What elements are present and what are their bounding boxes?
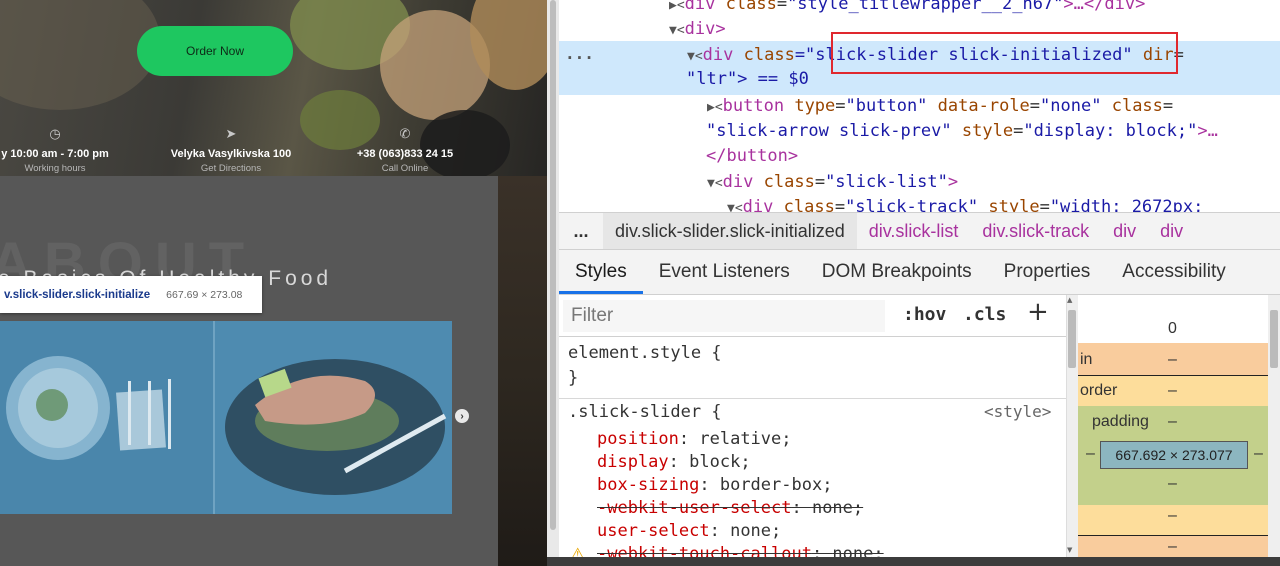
slider-next-arrow[interactable]: ›: [455, 409, 469, 423]
padding-right-value[interactable]: –: [1254, 445, 1263, 463]
tab-properties[interactable]: Properties: [988, 250, 1107, 294]
tab-event-listeners[interactable]: Event Listeners: [643, 250, 806, 294]
class-value-highlight-box: [831, 32, 1178, 74]
info-call[interactable]: ✆ +38 (063)833 24 15 Call Online: [344, 124, 466, 174]
class-toggle[interactable]: .cls: [963, 304, 1006, 325]
info-working-hours: ◷ y 10:00 am - 7:00 pm Working hours: [0, 124, 114, 174]
box-model-scrollbar-thumb[interactable]: [1270, 310, 1278, 368]
plate-cutlery-image: [6, 356, 171, 460]
phone-icon: ✆: [399, 126, 411, 141]
styles-toolbar: :hov .cls +: [559, 295, 1066, 337]
padding-left-value[interactable]: –: [1086, 445, 1095, 463]
border-top-value[interactable]: –: [1168, 382, 1177, 400]
padding-top-value[interactable]: –: [1168, 413, 1177, 431]
slide-image-plate: [0, 321, 213, 514]
dom-node-selected-cont[interactable]: "ltr"> == $0: [686, 67, 809, 91]
info-directions[interactable]: ➤ Velyka Vasylkivska 100 Get Directions: [162, 124, 300, 174]
breadcrumb-item[interactable]: div: [1101, 213, 1148, 249]
call-online-label: Call Online: [381, 163, 429, 174]
get-directions-label: Get Directions: [200, 163, 262, 174]
hero-section: Order Now ◷ y 10:00 am - 7:00 pm Working…: [0, 0, 547, 180]
order-now-button[interactable]: Order Now: [137, 26, 293, 76]
breadcrumb-item[interactable]: div.slick-slider.slick-initialized: [603, 213, 857, 249]
salmon-dish-image: [225, 359, 447, 495]
devtools-subtabs: Styles Event Listeners DOM Breakpoints P…: [559, 250, 1280, 295]
scroll-down-icon[interactable]: ▼: [1067, 546, 1072, 554]
element-style-close: }: [568, 368, 579, 388]
padding-bottom-value[interactable]: –: [1168, 475, 1177, 493]
navigation-arrow-icon: ➤: [225, 126, 237, 141]
new-style-rule-button[interactable]: +: [1027, 297, 1049, 327]
styles-scrollbar-thumb[interactable]: [1068, 310, 1076, 368]
margin-bottom-value[interactable]: –: [1168, 538, 1177, 556]
tab-dom-breakpoints[interactable]: DOM Breakpoints: [806, 250, 988, 294]
slick-slider-highlight[interactable]: [0, 321, 452, 514]
os-taskbar-edge: [547, 557, 1280, 566]
box-model-content-size[interactable]: 667.692 × 273.077: [1100, 441, 1248, 469]
address-value: Velyka Vasylkivska 100: [170, 148, 292, 160]
hover-state-toggle[interactable]: :hov: [903, 304, 946, 325]
css-declaration[interactable]: display: block;: [597, 451, 751, 474]
css-declaration[interactable]: user-select: none;: [597, 520, 781, 543]
rule-selector[interactable]: .slick-slider {: [568, 401, 722, 424]
dom-node[interactable]: ▼<div class="slick-list">: [707, 170, 958, 194]
styles-filter-input[interactable]: [563, 300, 885, 332]
border-label: order: [1080, 382, 1118, 399]
box-model-diagram: 0 in – order – padding – – 667.692 × 273…: [1078, 295, 1280, 566]
dom-node[interactable]: ▼<div>: [669, 17, 726, 41]
tab-styles[interactable]: Styles: [559, 250, 643, 294]
css-declaration[interactable]: box-sizing: border-box;: [597, 474, 832, 497]
rule-divider: [559, 398, 1066, 399]
styles-rules-pane: element.style { } .slick-slider { <style…: [559, 337, 1066, 566]
dom-node-close[interactable]: </button>: [706, 144, 798, 168]
website-viewport: Order Now ◷ y 10:00 am - 7:00 pm Working…: [0, 0, 547, 566]
working-hours-label: Working hours: [24, 163, 86, 174]
margin-top-value[interactable]: –: [1168, 351, 1177, 369]
breadcrumb-overflow[interactable]: ...: [559, 221, 603, 242]
scroll-up-icon[interactable]: ▲: [1067, 296, 1072, 304]
food-shape: [0, 0, 160, 110]
dom-node[interactable]: ▶<div class="style_titlewrapper__2_h67">…: [669, 0, 1145, 16]
padding-label: padding: [1092, 413, 1149, 430]
phone-value: +38 (063)833 24 15: [356, 148, 454, 160]
elements-dom-tree: ... ▶<div class="style_titlewrapper__2_h…: [559, 0, 1280, 212]
dom-node-cont[interactable]: "slick-arrow slick-prev" style="display:…: [706, 119, 1218, 143]
website-scrollbar-thumb[interactable]: [550, 0, 556, 530]
position-top-value[interactable]: 0: [1168, 320, 1177, 338]
tooltip-dimensions: 667.69 × 273.08: [166, 288, 243, 301]
node-actions-dots[interactable]: ...: [565, 44, 594, 63]
rule-source-link[interactable]: <style>: [984, 402, 1051, 421]
breadcrumb: ... div.slick-slider.slick-initialized d…: [559, 212, 1280, 250]
breadcrumb-item[interactable]: div: [1148, 213, 1195, 249]
dom-node[interactable]: ▼<div class="slick-track" style="width: …: [727, 195, 1203, 212]
inspect-tooltip: v.slick-slider.slick-initialize 667.69 ×…: [0, 276, 262, 313]
breadcrumb-item[interactable]: div.slick-list: [857, 213, 971, 249]
tooltip-selector: v.slick-slider.slick-initialize: [4, 288, 151, 301]
background-image-strip: [498, 176, 547, 566]
border-bottom-value[interactable]: –: [1168, 507, 1177, 525]
clock-icon: ◷: [49, 126, 61, 141]
working-hours-value: y 10:00 am - 7:00 pm: [1, 148, 109, 160]
css-declaration-overridden[interactable]: -webkit-user-select: none;: [597, 497, 863, 520]
breadcrumb-item[interactable]: div.slick-track: [970, 213, 1101, 249]
dom-node[interactable]: ▶<button type="button" data-role="none" …: [707, 94, 1173, 118]
devtools-panel: ... ▶<div class="style_titlewrapper__2_h…: [559, 0, 1280, 566]
margin-label: in: [1080, 351, 1093, 368]
tab-accessibility[interactable]: Accessibility: [1106, 250, 1241, 294]
css-declaration[interactable]: position: relative;: [597, 428, 792, 451]
element-style-open[interactable]: element.style {: [568, 342, 722, 365]
